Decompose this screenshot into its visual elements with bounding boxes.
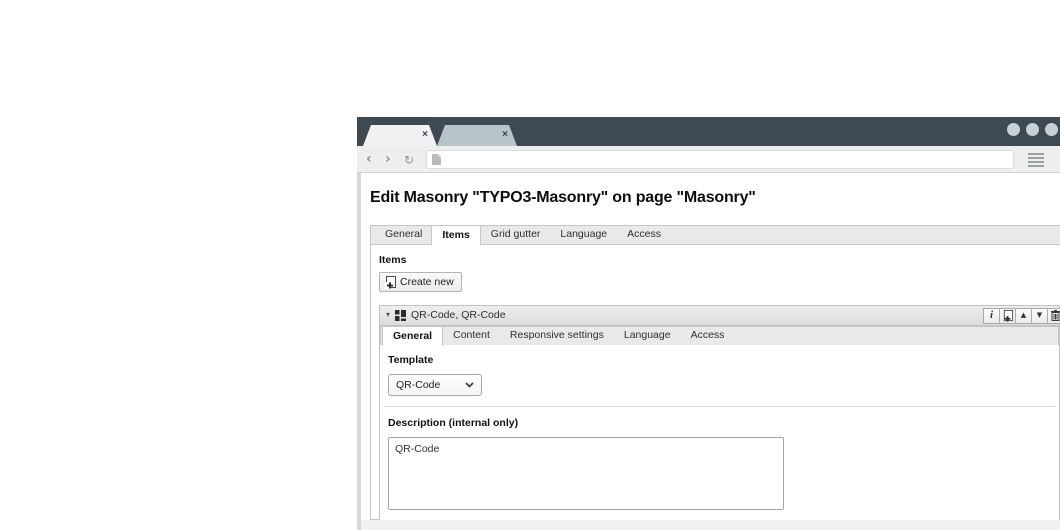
record-tabbar: General Content Responsive settings Lang… xyxy=(380,326,1059,345)
forward-icon[interactable]: › xyxy=(385,150,391,168)
window-control-button[interactable] xyxy=(1026,123,1039,136)
move-up-button[interactable]: ▲ xyxy=(1015,308,1032,324)
record-panel-body: General Content Responsive settings Lang… xyxy=(380,326,1059,520)
new-record-icon xyxy=(1002,310,1014,322)
record-tab-access[interactable]: Access xyxy=(681,327,735,344)
tab-grid-gutter[interactable]: Grid gutter xyxy=(481,226,551,243)
window-control-button[interactable] xyxy=(1007,123,1020,136)
masonry-record-icon xyxy=(395,310,406,321)
create-new-button[interactable]: Create new xyxy=(379,272,462,292)
menu-icon[interactable] xyxy=(1028,153,1044,169)
record-tab-general[interactable]: General xyxy=(382,326,443,346)
record-tab-language[interactable]: Language xyxy=(614,327,681,344)
page-icon xyxy=(432,154,441,165)
record-tab-responsive-settings[interactable]: Responsive settings xyxy=(500,327,614,344)
tab-content-items: Items Create new ▾ xyxy=(370,244,1060,520)
page-title: Edit Masonry "TYPO3-Masonry" on page "Ma… xyxy=(370,189,756,207)
form-tabbar: General Items Grid gutter Language Acces… xyxy=(370,225,1060,244)
arrow-down-icon: ▼ xyxy=(1037,312,1042,319)
tab-general[interactable]: General xyxy=(375,226,432,243)
delete-button[interactable] xyxy=(1047,308,1060,324)
new-record-button[interactable] xyxy=(999,308,1016,324)
address-bar[interactable] xyxy=(426,150,1014,169)
browser-tab-active[interactable]: × xyxy=(363,125,437,146)
back-icon[interactable]: ‹ xyxy=(366,150,372,168)
field-divider xyxy=(384,406,1055,407)
record-tab-content[interactable]: Content xyxy=(443,327,500,344)
edit-form: General Items Grid gutter Language Acces… xyxy=(370,225,1060,520)
items-section-label: Items xyxy=(379,254,1059,266)
record-actions: i ▲ xyxy=(984,308,1060,324)
template-label: Template xyxy=(388,354,1051,366)
screen: × × ‹ › ↻ Edit Maso xyxy=(0,0,1060,530)
browser-tab-inactive[interactable]: × xyxy=(437,125,517,146)
record-panel: ▾ QR-Code, QR-Code i xyxy=(379,305,1060,521)
create-new-label: Create new xyxy=(400,276,454,288)
template-select-value: QR-Code xyxy=(396,379,440,391)
record-title: QR-Code, QR-Code xyxy=(411,309,506,321)
description-textarea[interactable]: QR-Code xyxy=(388,437,784,510)
browser-toolbar: ‹ › ↻ xyxy=(357,146,1060,173)
move-down-button[interactable]: ▼ xyxy=(1031,308,1048,324)
module-background xyxy=(361,520,1060,530)
reload-icon[interactable]: ↻ xyxy=(404,151,414,169)
tab-close-icon[interactable]: × xyxy=(422,128,428,142)
info-button[interactable]: i xyxy=(983,308,1000,324)
browser-window: × × ‹ › ↻ Edit Maso xyxy=(357,117,1060,530)
module-body: Edit Masonry "TYPO3-Masonry" on page "Ma… xyxy=(361,173,1060,530)
arrow-up-icon: ▲ xyxy=(1021,312,1026,319)
tab-language[interactable]: Language xyxy=(550,226,617,243)
browser-titlebar: × × xyxy=(357,117,1060,146)
template-select[interactable]: QR-Code xyxy=(388,374,482,396)
description-label: Description (internal only) xyxy=(388,417,1051,429)
window-controls xyxy=(1007,123,1058,136)
tab-items[interactable]: Items xyxy=(431,225,480,245)
collapse-icon[interactable]: ▾ xyxy=(386,311,390,319)
trash-icon xyxy=(1051,310,1060,321)
chevron-down-icon xyxy=(465,382,474,388)
record-panel-header[interactable]: ▾ QR-Code, QR-Code i xyxy=(380,306,1059,326)
info-icon: i xyxy=(990,310,993,321)
new-record-icon xyxy=(384,276,397,289)
window-control-button[interactable] xyxy=(1045,123,1058,136)
tab-access[interactable]: Access xyxy=(617,226,671,243)
record-tab-content-general: Template QR-Code Description (internal o… xyxy=(380,345,1059,520)
tab-close-icon[interactable]: × xyxy=(502,128,508,142)
